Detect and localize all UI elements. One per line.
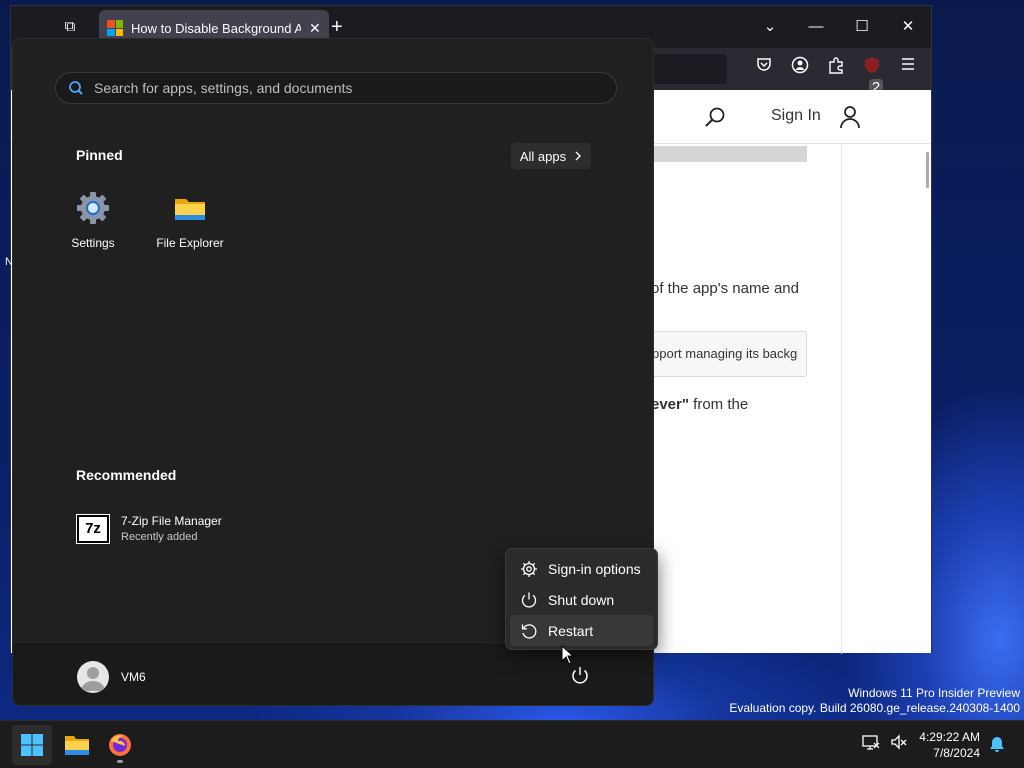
running-indicator bbox=[117, 760, 123, 763]
recommended-item[interactable]: 7z 7-Zip File Manager Recently added bbox=[76, 513, 222, 544]
folder-icon bbox=[175, 199, 205, 220]
clock-time: 4:29:22 AM bbox=[919, 730, 980, 744]
article-text-2: ever" from the bbox=[651, 396, 748, 413]
tab-dropdown-icon[interactable]: ⌄ bbox=[747, 6, 793, 48]
chevron-right-icon bbox=[575, 151, 582, 161]
taskbar-file-explorer[interactable] bbox=[57, 725, 97, 765]
user-icon[interactable] bbox=[839, 105, 861, 129]
power-button[interactable] bbox=[569, 665, 591, 687]
gear-icon bbox=[521, 560, 537, 577]
sign-in-link[interactable]: Sign In bbox=[771, 107, 821, 125]
page-scrollbar[interactable] bbox=[926, 152, 929, 188]
start-button[interactable] bbox=[12, 725, 52, 765]
windows-watermark: Windows 11 Pro Insider Preview Evaluatio… bbox=[729, 686, 1020, 716]
minimize-button[interactable]: — bbox=[793, 6, 839, 48]
site-search-icon[interactable] bbox=[704, 106, 726, 128]
all-apps-button[interactable]: All apps bbox=[511, 143, 591, 169]
start-search-box[interactable] bbox=[55, 72, 617, 104]
close-window-button[interactable]: ✕ bbox=[885, 6, 931, 48]
user-name[interactable]: VM6 bbox=[121, 670, 146, 684]
volume-muted-icon[interactable] bbox=[890, 733, 908, 751]
settings-gear-icon bbox=[77, 192, 109, 224]
notification-bell-icon[interactable] bbox=[988, 735, 1006, 753]
firefox-icon bbox=[109, 734, 131, 756]
taskbar-clock[interactable]: 4:29:22 AM 7/8/2024 bbox=[908, 729, 980, 761]
windows-logo-icon bbox=[21, 734, 43, 756]
column-divider bbox=[841, 144, 842, 654]
recommended-item-subtitle: Recently added bbox=[121, 531, 198, 543]
search-input[interactable] bbox=[94, 80, 594, 96]
system-tray bbox=[862, 733, 908, 751]
new-tab-button[interactable]: + bbox=[331, 16, 343, 39]
power-menu: Sign-in options Shut down Restart bbox=[505, 548, 658, 650]
article-note-box: pport managing its backg bbox=[641, 331, 807, 377]
pinned-app-label: File Explorer bbox=[156, 236, 224, 250]
extensions-icon[interactable] bbox=[825, 56, 847, 80]
watermark-line-1: Windows 11 Pro Insider Preview bbox=[848, 686, 1020, 700]
search-icon bbox=[69, 81, 83, 95]
folder-icon bbox=[65, 736, 89, 755]
mouse-cursor-icon bbox=[561, 645, 575, 665]
seven-zip-icon: 7z bbox=[76, 513, 110, 544]
network-icon[interactable] bbox=[862, 733, 880, 751]
clock-date: 7/8/2024 bbox=[933, 746, 980, 760]
ublock-icon[interactable]: 2 bbox=[861, 56, 884, 96]
article-text: of the app's name and bbox=[651, 280, 799, 297]
microsoft-logo-icon bbox=[107, 20, 123, 36]
menu-item-label: Restart bbox=[548, 622, 594, 639]
pocket-icon[interactable] bbox=[753, 56, 775, 80]
recommended-item-name: 7-Zip File Manager bbox=[121, 514, 222, 528]
shut-down-item[interactable]: Shut down bbox=[510, 584, 653, 615]
restart-item[interactable]: Restart bbox=[510, 615, 653, 646]
toolbar-icons: 2 bbox=[753, 56, 919, 96]
maximize-button[interactable]: ☐ bbox=[839, 6, 885, 48]
account-icon[interactable] bbox=[789, 56, 811, 80]
watermark-line-2: Evaluation copy. Build 26080.ge_release.… bbox=[729, 701, 1020, 715]
tabs-list-icon[interactable]: ⧉ bbox=[59, 16, 81, 38]
pinned-app-file-explorer[interactable]: File Explorer bbox=[150, 191, 230, 250]
tab-close-icon[interactable]: ✕ bbox=[309, 20, 321, 37]
taskbar-firefox[interactable] bbox=[100, 725, 140, 765]
restart-icon bbox=[521, 623, 537, 639]
menu-icon[interactable] bbox=[897, 56, 919, 80]
avatar[interactable] bbox=[77, 661, 109, 693]
menu-item-label: Shut down bbox=[548, 591, 615, 608]
recommended-heading: Recommended bbox=[76, 467, 177, 483]
pinned-app-settings[interactable]: Settings bbox=[53, 191, 133, 250]
start-footer: VM6 bbox=[13, 642, 653, 705]
window-controls: ⌄ — ☐ ✕ bbox=[747, 6, 931, 48]
bold-fragment: ever" bbox=[651, 396, 689, 413]
sign-in-options-item[interactable]: Sign-in options bbox=[510, 553, 653, 584]
image-placeholder bbox=[651, 146, 807, 162]
tab-title: How to Disable Background Ap bbox=[131, 20, 301, 36]
pinned-app-label: Settings bbox=[71, 236, 115, 250]
pinned-heading: Pinned bbox=[76, 147, 123, 163]
taskbar: 4:29:22 AM 7/8/2024 bbox=[0, 720, 1024, 768]
all-apps-label: All apps bbox=[519, 148, 567, 164]
menu-item-label: Sign-in options bbox=[548, 560, 641, 577]
text-fragment: from the bbox=[688, 396, 749, 413]
power-icon bbox=[521, 592, 537, 608]
